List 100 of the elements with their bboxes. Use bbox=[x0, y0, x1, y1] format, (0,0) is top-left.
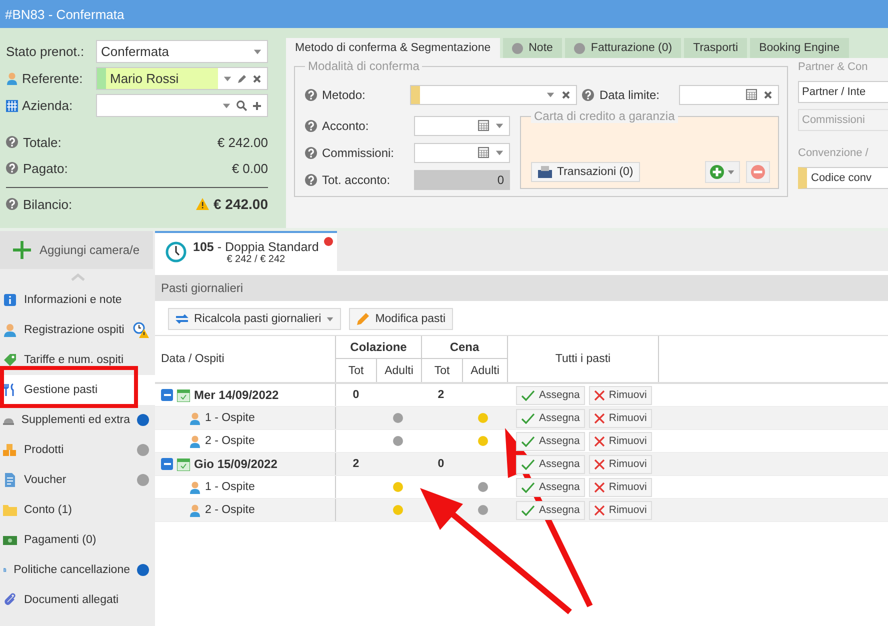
meal-status-dot[interactable] bbox=[393, 436, 403, 446]
help-icon[interactable] bbox=[6, 198, 18, 210]
meal-count: 0 bbox=[352, 389, 360, 401]
remove-button[interactable]: Rimuovi bbox=[588, 500, 652, 520]
guest-label: 1 - Ospite bbox=[205, 412, 255, 424]
close-icon[interactable] bbox=[561, 90, 572, 100]
plus-icon[interactable] bbox=[252, 100, 262, 110]
column-header: Data / Ospiti bbox=[155, 336, 336, 382]
field-label: Commissioni: bbox=[322, 146, 396, 160]
person-icon bbox=[6, 72, 18, 85]
help-icon[interactable] bbox=[305, 88, 317, 100]
meal-status-dot[interactable] bbox=[478, 482, 488, 492]
meal-status-dot[interactable] bbox=[478, 505, 488, 515]
help-icon[interactable] bbox=[305, 146, 317, 158]
pencil-icon bbox=[356, 312, 370, 326]
window-title: #BN83 - Confermata bbox=[5, 6, 124, 22]
meal-status-dot[interactable] bbox=[393, 482, 403, 492]
remove-button[interactable]: Rimuovi bbox=[588, 386, 652, 404]
transactions-button[interactable]: Transazioni (0) bbox=[531, 162, 640, 182]
tab[interactable]: Booking Engine bbox=[750, 38, 849, 58]
remove-button[interactable]: Rimuovi bbox=[588, 454, 652, 474]
collapse-toggle[interactable] bbox=[161, 389, 173, 401]
assign-button[interactable]: Assegna bbox=[516, 386, 585, 404]
tab[interactable]: Fatturazione (0) bbox=[564, 38, 682, 58]
sidebar-item[interactable]: Tariffe e num. ospiti bbox=[0, 345, 155, 375]
deposit-field[interactable] bbox=[414, 116, 510, 136]
remove-button[interactable]: Rimuovi bbox=[588, 478, 652, 496]
help-icon[interactable] bbox=[6, 162, 18, 174]
sidebar-item[interactable]: Voucher bbox=[0, 465, 155, 495]
add-room-button[interactable]: Aggiungi camera/e bbox=[0, 231, 153, 269]
remove-button[interactable] bbox=[746, 161, 770, 183]
collapse-toggle[interactable] bbox=[161, 458, 173, 470]
meal-count: 2 bbox=[438, 389, 444, 401]
meal-status-dot[interactable] bbox=[478, 436, 488, 446]
calculator-icon[interactable] bbox=[478, 147, 489, 158]
help-icon[interactable] bbox=[582, 88, 594, 100]
caret-icon bbox=[546, 90, 556, 99]
tab[interactable]: Note bbox=[502, 38, 562, 58]
add-button[interactable] bbox=[705, 161, 740, 183]
close-icon[interactable] bbox=[324, 237, 333, 246]
tab[interactable]: Trasporti bbox=[684, 38, 748, 58]
sidebar-item[interactable]: Documenti allegati bbox=[0, 585, 155, 615]
help-icon[interactable] bbox=[305, 120, 317, 132]
caret-icon bbox=[495, 148, 504, 157]
help-icon[interactable] bbox=[305, 174, 317, 186]
guest-label: 2 - Ospite bbox=[205, 435, 255, 447]
partner-select[interactable]: Partner / Inte bbox=[798, 81, 888, 103]
assign-button[interactable]: Assegna bbox=[516, 478, 585, 496]
sidebar-item[interactable]: Politiche cancellazione bbox=[0, 555, 155, 585]
assign-button[interactable]: Assegna bbox=[516, 432, 585, 450]
caret-icon bbox=[727, 168, 735, 176]
meal-status-dot[interactable] bbox=[393, 505, 403, 515]
section-legend: Modalità di conferma bbox=[305, 59, 422, 73]
sidebar-item[interactable]: Supplementi ed extra bbox=[0, 405, 155, 435]
recalculate-button[interactable]: Ricalcola pasti giornalieri bbox=[168, 308, 342, 330]
calculator-icon[interactable] bbox=[478, 120, 489, 131]
field-label: Metodo: bbox=[322, 88, 366, 102]
date-label: Gio 15/09/2022 bbox=[194, 457, 278, 471]
total-deposit-field: 0 bbox=[414, 170, 510, 190]
assign-button[interactable]: Assegna bbox=[516, 454, 585, 474]
meal-count: 2 bbox=[352, 458, 360, 470]
close-icon bbox=[594, 390, 605, 400]
person-icon bbox=[189, 480, 201, 494]
edit-meals-button[interactable]: Modifica pasti bbox=[349, 308, 453, 330]
company-field[interactable] bbox=[96, 94, 268, 117]
guest-label: 2 - Ospite bbox=[205, 504, 255, 516]
meal-status-dot[interactable] bbox=[393, 413, 403, 423]
sidebar-item[interactable]: Conto (1) bbox=[0, 495, 155, 525]
remove-button[interactable]: Rimuovi bbox=[588, 408, 652, 428]
close-icon bbox=[594, 458, 605, 470]
field-label: Acconto: bbox=[322, 118, 370, 132]
commission-field[interactable] bbox=[414, 142, 510, 162]
close-icon[interactable] bbox=[252, 74, 262, 84]
close-icon[interactable] bbox=[763, 90, 773, 100]
sidebar-item[interactable]: Informazioni e note bbox=[0, 285, 155, 315]
sidebar-item[interactable]: Registrazione ospiti bbox=[0, 315, 155, 345]
convention-field[interactable]: Codice conv bbox=[798, 167, 888, 189]
meal-status-dot[interactable] bbox=[478, 413, 488, 423]
person-icon bbox=[189, 504, 201, 516]
contact-field[interactable]: Mario Rossi bbox=[96, 67, 268, 90]
sidebar-item[interactable]: Prodotti bbox=[0, 435, 155, 465]
calendar-icon[interactable] bbox=[746, 89, 757, 100]
plus-icon bbox=[13, 241, 32, 259]
assign-button[interactable]: Assegna bbox=[516, 500, 585, 520]
person-icon bbox=[189, 434, 201, 448]
room-tab[interactable]: 105 - Doppia Standard € 242 / € 242 bbox=[155, 231, 337, 271]
help-icon[interactable] bbox=[6, 136, 18, 148]
column-header: Tutti i pasti bbox=[508, 336, 659, 382]
folder-icon bbox=[3, 503, 17, 517]
column-header: Adulti bbox=[470, 364, 500, 378]
clock-icon bbox=[165, 241, 187, 263]
assign-button[interactable]: Assegna bbox=[516, 408, 585, 428]
date-field[interactable] bbox=[678, 84, 779, 104]
remove-button[interactable]: Rimuovi bbox=[588, 432, 652, 450]
search-icon[interactable] bbox=[236, 100, 247, 111]
status-select[interactable]: Confermata bbox=[96, 40, 268, 63]
sidebar-item[interactable]: Pagamenti (0) bbox=[0, 525, 155, 555]
total-label: Pagato: bbox=[23, 160, 68, 176]
tab[interactable]: Metodo di conferma & Segmentazione bbox=[286, 38, 500, 58]
pencil-icon[interactable] bbox=[237, 74, 247, 84]
